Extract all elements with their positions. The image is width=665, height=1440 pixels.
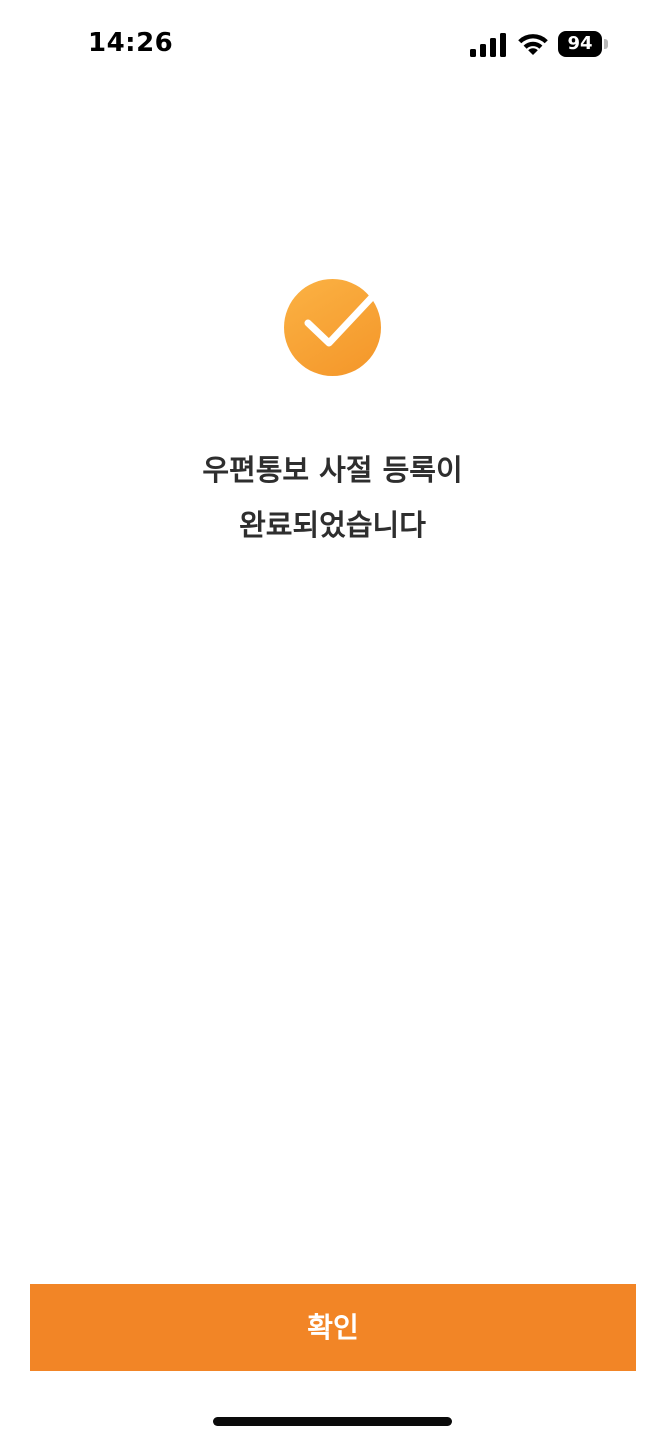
battery-level: 94 [558,31,602,57]
confirm-button[interactable]: 확인 [30,1284,636,1371]
completion-message: 우편통보 사절 등록이 완료되었습니다 [0,443,665,553]
check-circle-icon [284,279,381,376]
signal-icon [470,33,506,57]
message-line-1: 우편통보 사절 등록이 [202,453,463,487]
status-time: 14:26 [88,28,174,58]
battery-icon: 94 [558,31,610,57]
status-bar: 14:26 94 [0,0,665,90]
home-indicator[interactable] [213,1417,452,1426]
battery-tip [604,39,608,49]
message-line-2: 완료되었습니다 [239,508,426,542]
wifi-icon [518,34,548,55]
